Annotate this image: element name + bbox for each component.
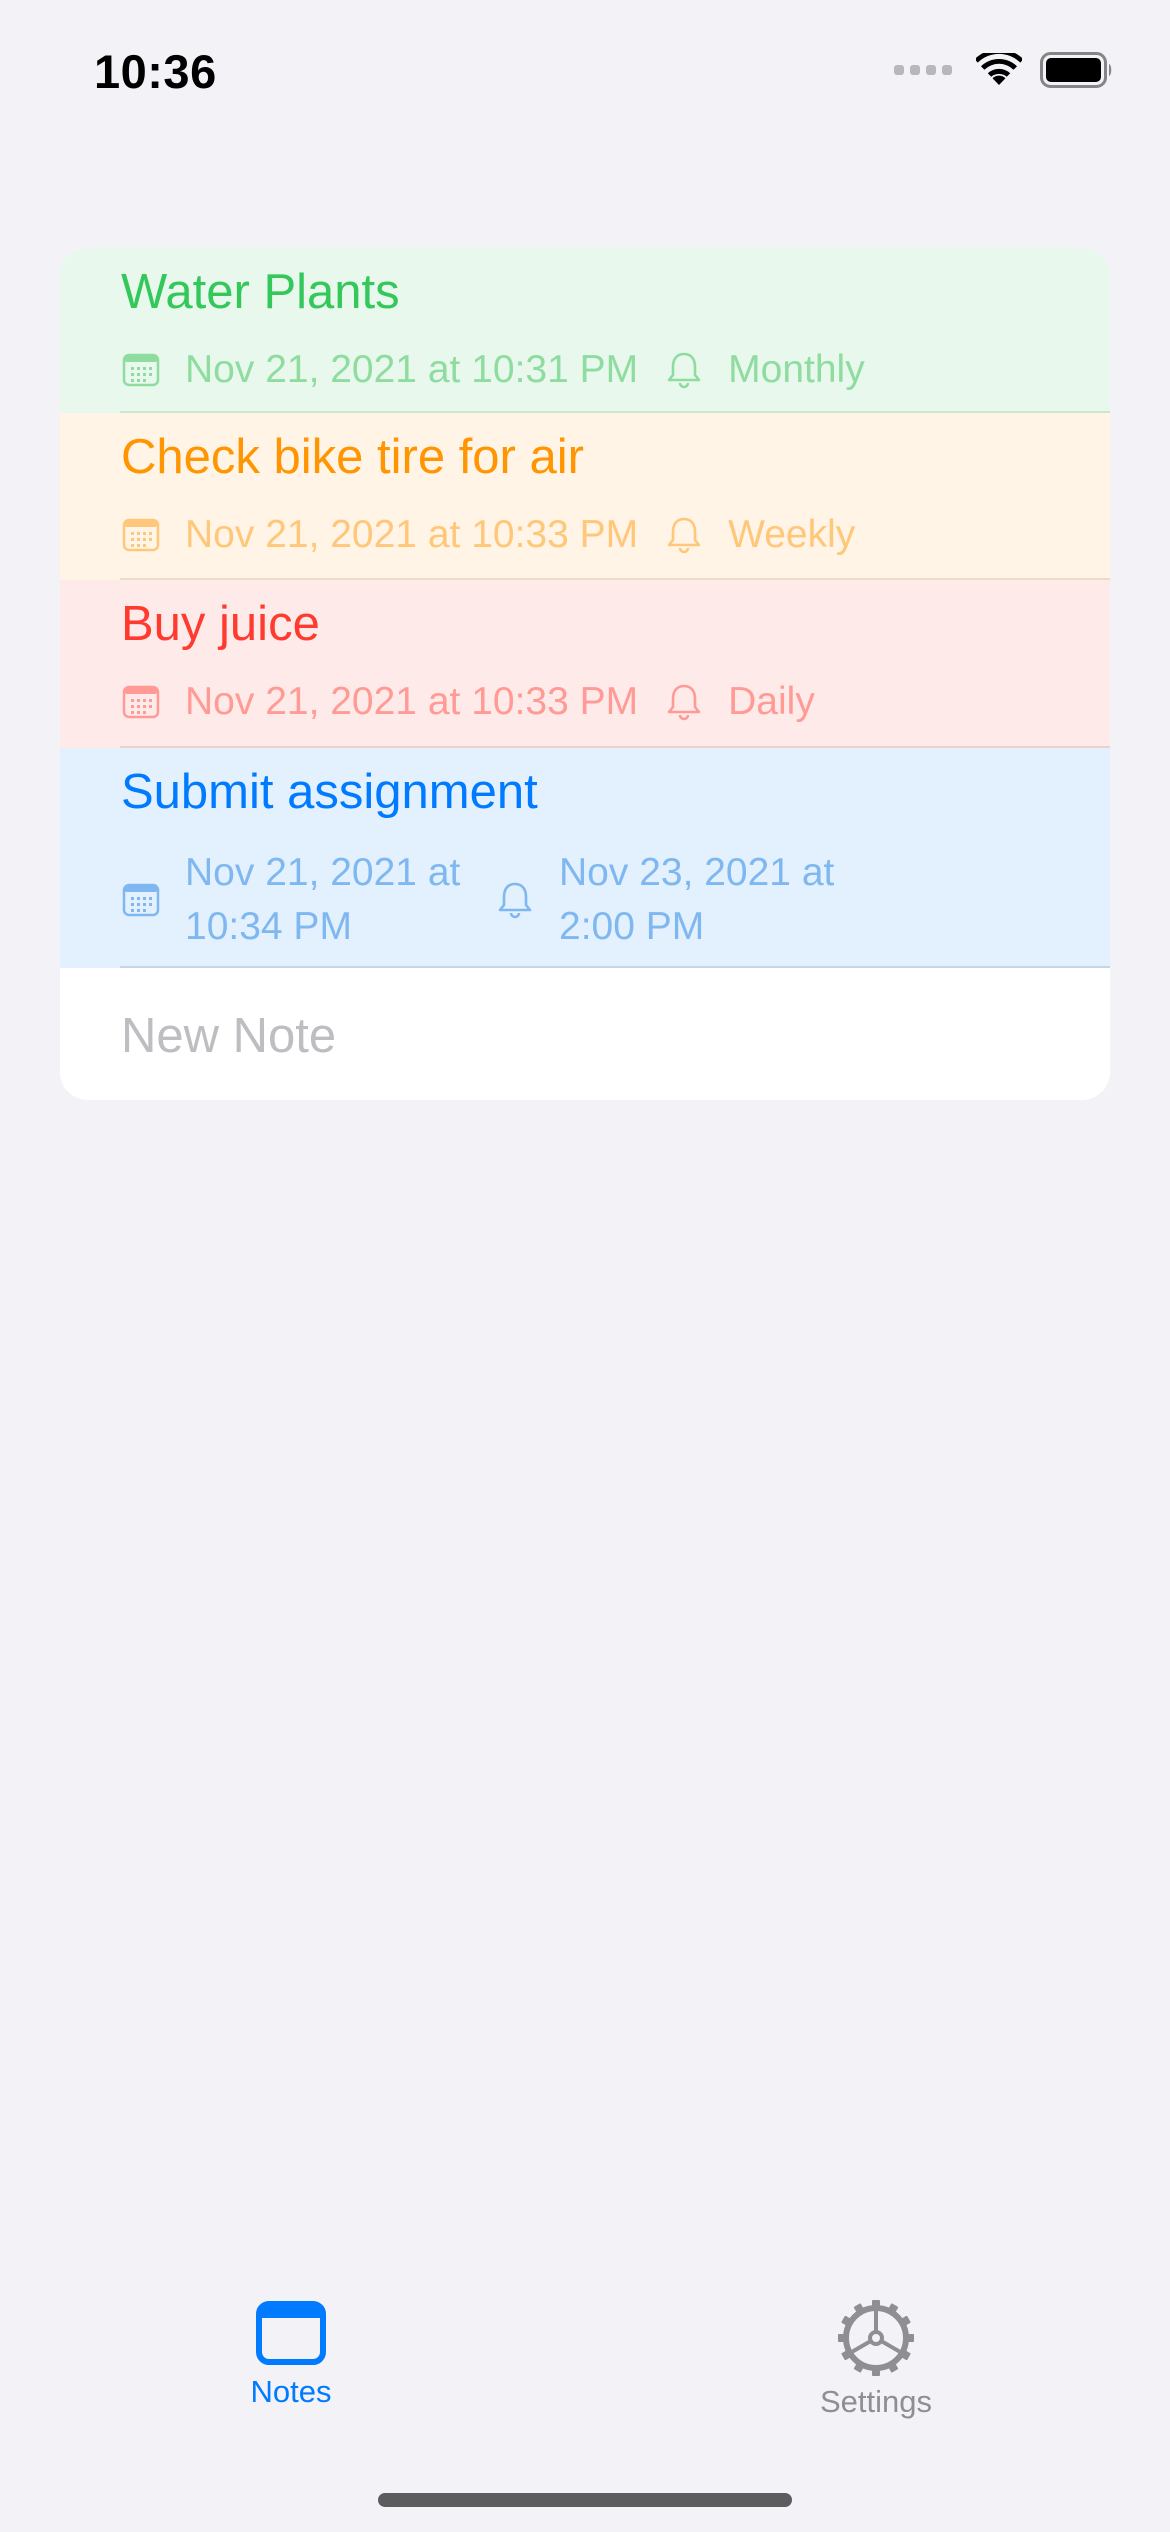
note-date-line1: Nov 21, 2021 at [185,851,461,894]
note-meta: Nov 21, 2021 at 10:34 PM Nov 23, 2021 at… [121,846,834,954]
note-meta: Nov 21, 2021 at 10:33 PM Weekly [121,508,855,562]
note-row-water-plants[interactable]: Water Plants Nov 21, 2021 at 10:31 PM Mo… [60,248,1110,413]
calendar-icon [121,515,161,555]
note-reminder-line1: Nov 23, 2021 at [559,851,835,894]
tab-settings[interactable]: Settings [726,2300,1026,2440]
calendar-icon [121,682,161,722]
note-date: Nov 21, 2021 at 10:31 PM [185,348,639,391]
note-meta: Nov 21, 2021 at 10:31 PM Monthly [121,343,865,397]
note-title: Buy juice [121,597,320,651]
row-separator [120,966,1110,968]
status-bar: 10:36 [0,0,1170,140]
note-title: Check bike tire for air [121,430,584,484]
status-icons [894,52,1114,88]
bell-icon [664,350,704,390]
status-time: 10:36 [94,45,217,98]
notes-list: Water Plants Nov 21, 2021 at 10:31 PM Mo… [60,248,1110,1100]
bell-icon [664,682,704,722]
note-reminder: Weekly [728,513,856,556]
new-note-input[interactable]: New Note [121,1008,336,1064]
note-title: Submit assignment [121,765,538,819]
note-reminder: Daily [728,680,815,723]
note-row-buy-juice[interactable]: Buy juice Nov 21, 2021 at 10:33 PM Daily [60,580,1110,748]
bell-icon [664,515,704,555]
bell-icon [495,880,535,920]
notes-window-icon [256,2301,326,2365]
note-date: Nov 21, 2021 at 10:34 PM [185,846,485,954]
calendar-icon [121,350,161,390]
tab-label-notes: Notes [250,2374,332,2409]
note-date: Nov 21, 2021 at 10:33 PM [185,513,639,556]
note-reminder: Nov 23, 2021 at 2:00 PM [559,846,834,954]
note-meta: Nov 21, 2021 at 10:33 PM Daily [121,675,815,729]
note-date: Nov 21, 2021 at 10:33 PM [185,680,639,723]
note-reminder-line2: 2:00 PM [559,905,705,948]
note-row-submit-assignment[interactable]: Submit assignment Nov 21, 2021 at 10:34 … [60,748,1110,968]
wifi-icon [976,53,1022,85]
note-reminder: Monthly [728,348,865,391]
home-indicator[interactable] [378,2493,792,2507]
tab-notes[interactable]: Notes [141,2300,441,2440]
note-date-line2: 10:34 PM [185,905,352,948]
note-row-check-bike-tire[interactable]: Check bike tire for air Nov 21, 2021 at … [60,413,1110,580]
calendar-icon [121,880,161,920]
note-title: Water Plants [121,265,400,319]
tab-label-settings: Settings [819,2384,932,2419]
cellular-signal-icon [894,65,952,75]
gear-icon [838,2300,914,2376]
battery-icon [1040,52,1112,88]
